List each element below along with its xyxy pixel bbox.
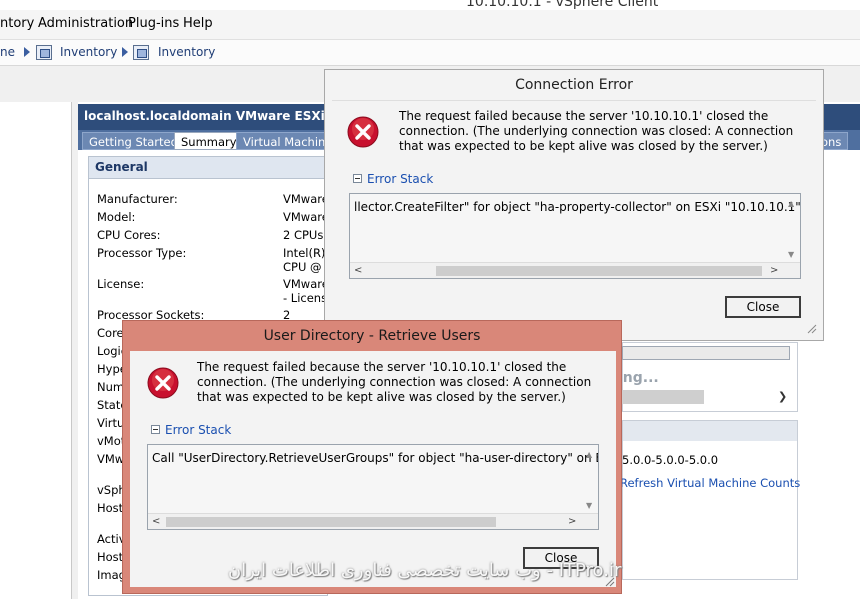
inventory-icon <box>36 45 52 60</box>
navigation-bar: ne Inventory Inventory <box>0 40 860 66</box>
value-model: VMware <box>283 210 329 224</box>
user-directory-error-dialog: User Directory - Retrieve Users The requ… <box>122 320 622 594</box>
error-stack-label[interactable]: Error Stack <box>367 172 433 186</box>
value-license: VMware <box>283 277 329 291</box>
commands-panel-header <box>623 421 797 441</box>
menu-item-help[interactable]: Help <box>183 16 213 31</box>
horizontal-scrollbar[interactable]: < > <box>350 262 800 278</box>
dialog-title: User Directory - Retrieve Users <box>263 328 481 344</box>
label-cpu-cores: CPU Cores: <box>97 228 161 242</box>
expand-collapse-icon[interactable] <box>151 425 160 434</box>
resource-progress-bar <box>622 346 790 360</box>
error-stack-label[interactable]: Error Stack <box>165 423 231 437</box>
scrollbar-thumb[interactable] <box>436 266 762 276</box>
error-stack-text: Call "UserDirectory.RetrieveUserGroups" … <box>152 451 599 465</box>
error-stack-textbox[interactable]: llector.CreateFilter" for object "ha-pro… <box>349 193 801 279</box>
breadcrumb-arrow-icon <box>122 47 128 57</box>
error-icon <box>147 367 179 399</box>
commands-panel <box>622 420 798 580</box>
breadcrumb-inventory-1[interactable]: Inventory <box>60 45 117 59</box>
watermark-text: وب سایت تخصصی فناوری اطلاعات ایران - ITP… <box>228 560 622 581</box>
error-stack-toggle[interactable]: Error Stack <box>353 172 433 186</box>
close-button[interactable]: Close <box>725 296 801 318</box>
inventory-tree-pane[interactable] <box>0 102 72 599</box>
inventory-icon <box>133 45 149 60</box>
scroll-right-arrow-icon[interactable]: > <box>770 265 778 276</box>
general-panel-header: General <box>89 157 329 179</box>
error-stack-text: llector.CreateFilter" for object "ha-pro… <box>354 200 801 214</box>
scrollbar-thumb[interactable] <box>166 517 496 527</box>
label-host: Host <box>97 501 124 515</box>
menu-item-administration[interactable]: Administration <box>38 16 133 31</box>
general-title: General <box>95 160 148 174</box>
menu-bar: ntory Administration Plug-ins Help <box>0 10 860 40</box>
scroll-right-arrow-icon[interactable]: ❯ <box>778 390 787 403</box>
error-stack-toggle[interactable]: Error Stack <box>151 423 231 437</box>
loading-text: ing... <box>618 370 659 386</box>
window-titlebar: 10.10.10.1 - vSphere Client <box>0 0 860 10</box>
label-license: License: <box>97 277 145 291</box>
error-message: The request failed because the server '1… <box>197 360 592 404</box>
breadcrumb-home[interactable]: ne <box>0 45 15 59</box>
label-host-2: Host <box>97 550 124 564</box>
dialog-title: Connection Error <box>515 77 633 93</box>
label-processor-type: Processor Type: <box>97 246 187 260</box>
scroll-down-arrow-icon[interactable]: ▼ <box>586 501 592 510</box>
breadcrumb-inventory-2[interactable]: Inventory <box>158 45 215 59</box>
error-icon <box>347 116 379 148</box>
scroll-up-arrow-icon[interactable]: ▲ <box>586 450 592 459</box>
resources-scrollbar[interactable] <box>622 390 704 404</box>
tab-summary[interactable]: Summary <box>174 132 244 150</box>
window-title: 10.10.10.1 - vSphere Client <box>466 0 659 10</box>
connection-error-dialog: Connection Error The request failed beca… <box>324 69 824 341</box>
menu-item-inventory[interactable]: ntory <box>0 16 34 31</box>
scroll-left-arrow-icon[interactable]: < <box>354 265 362 276</box>
error-stack-textbox[interactable]: Call "UserDirectory.RetrieveUserGroups" … <box>147 444 599 530</box>
horizontal-scrollbar[interactable]: < > <box>148 513 598 529</box>
label-manufacturer: Manufacturer: <box>97 192 178 206</box>
error-message: The request failed because the server '1… <box>399 109 794 153</box>
expand-collapse-icon[interactable] <box>353 174 362 183</box>
tab-getting-started[interactable]: Getting Started <box>82 132 185 150</box>
scroll-down-arrow-icon[interactable]: ▼ <box>788 250 794 259</box>
scroll-right-arrow-icon[interactable]: > <box>568 516 576 527</box>
menu-item-plugins[interactable]: Plug-ins <box>128 16 179 31</box>
refresh-vm-counts-link[interactable]: Refresh Virtual Machine Counts <box>620 476 800 490</box>
scroll-left-arrow-icon[interactable]: < <box>152 516 160 527</box>
version-value: 5.0.0-5.0.0-5.0.0 <box>622 453 719 467</box>
resize-grip-icon[interactable] <box>805 322 817 334</box>
value-processor-type: Intel(R) <box>283 246 326 260</box>
label-model: Model: <box>97 210 136 224</box>
scroll-up-arrow-icon[interactable]: ▲ <box>788 199 794 208</box>
breadcrumb-arrow-icon <box>24 47 30 57</box>
